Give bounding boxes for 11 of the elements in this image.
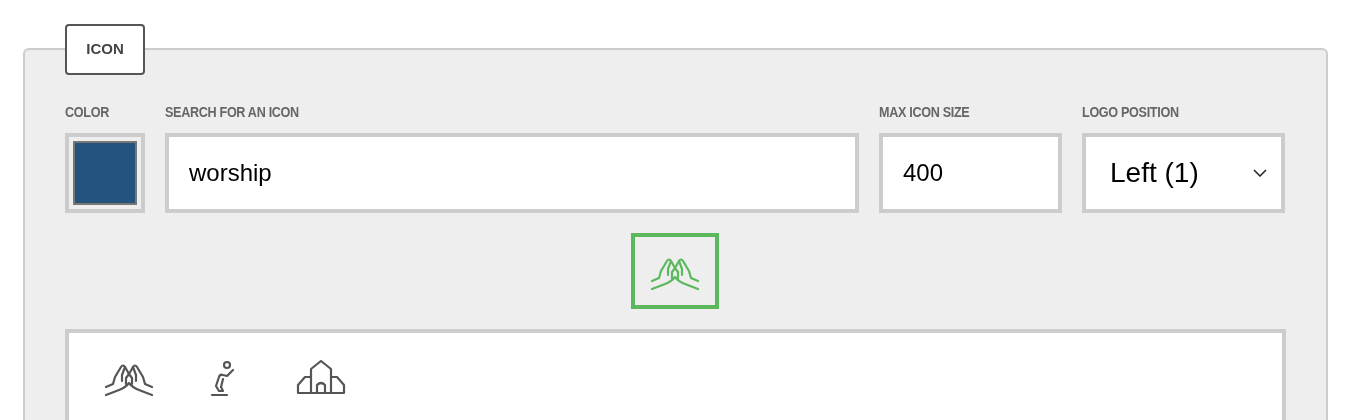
field-label: LOGO POSITION xyxy=(1082,103,1180,122)
panel-legend: ICON xyxy=(65,24,145,75)
search-field[interactable]: worship xyxy=(165,133,859,213)
field-label: MAX ICON SIZE xyxy=(879,103,971,122)
position-dropdown[interactable]: Left (1) xyxy=(1082,133,1285,213)
size-field[interactable]: 400 xyxy=(879,133,1062,213)
field-label: SEARCH FOR AN ICON xyxy=(165,103,300,122)
church-icon xyxy=(295,357,347,397)
field-label: COLOR xyxy=(65,103,110,122)
chevron-icon xyxy=(1253,169,1267,177)
color-swatch[interactable] xyxy=(65,133,145,213)
